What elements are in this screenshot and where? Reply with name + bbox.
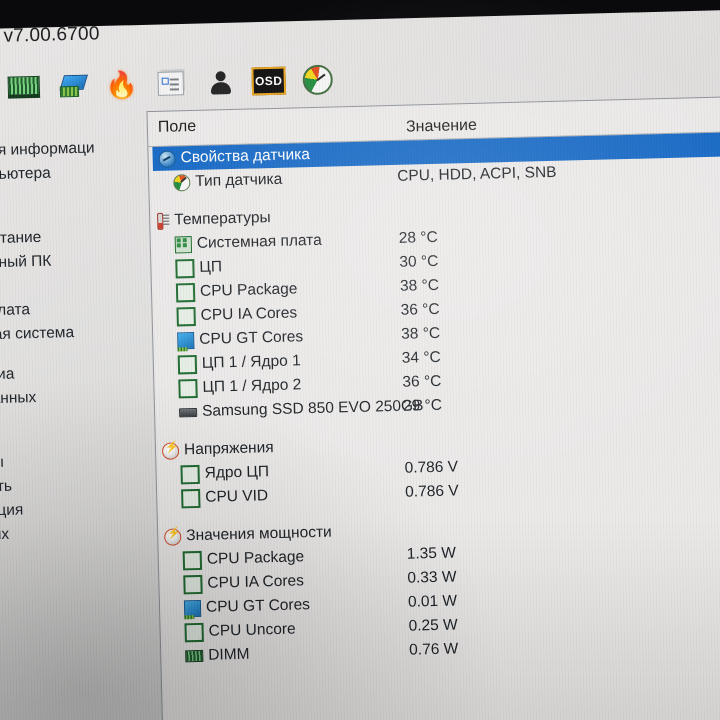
sidebar-group: медиае данных [0, 359, 154, 412]
row-value: 29 °C [402, 396, 443, 415]
row-label-cell: CPU Package [159, 545, 305, 573]
sidebar-item[interactable]: компьютера [0, 159, 148, 188]
row-label-cell: Температуры [150, 206, 271, 233]
row-label: CPU Package [206, 548, 305, 568]
row-label: Тип датчика [195, 170, 283, 190]
row-value: 0.786 V [404, 458, 459, 477]
gt-cores-icon [177, 331, 195, 349]
row-value: 30 °C [399, 252, 439, 271]
chip-icon [183, 574, 203, 594]
osd-label: OSD [251, 66, 287, 96]
row-label-cell: CPU IA Cores [159, 569, 304, 597]
sidebar-item[interactable]: ативный ПК [0, 247, 151, 276]
row-value: 36 °C [400, 300, 440, 319]
chip-icon [180, 464, 200, 484]
row-label: ЦП 1 / Ядро 1 [201, 352, 301, 372]
sidebar-item[interactable]: е данных [0, 383, 154, 412]
row-label: ЦП 1 / Ядро 2 [202, 376, 302, 396]
row-label: ЦП [199, 258, 223, 276]
row-value: 0.01 W [407, 592, 458, 611]
row-value: 0.786 V [404, 482, 459, 501]
power-icon [164, 527, 182, 546]
gt-cores-icon [183, 599, 202, 617]
chip-icon [181, 488, 201, 508]
row-label: Свойства датчика [180, 146, 311, 167]
content-panel: Поле Значение Свойства датчика Тип датчик… [146, 95, 720, 720]
sidebar-item[interactable]: онная система [0, 319, 152, 348]
row-value: 0.76 W [408, 640, 459, 659]
gauge-icon[interactable] [300, 62, 335, 97]
screen-surface: eme v7.00.6700 🔥 OSD терарная информацик… [0, 0, 720, 720]
row-value: 36 °C [402, 372, 442, 391]
column-header-value: Значение [405, 116, 478, 136]
row-value: 1.35 W [406, 544, 457, 563]
sensor-rows: Свойства датчика Тип датчика CPU, HDD, ACP… [148, 131, 720, 669]
row-label-cell: CPU Package [152, 277, 298, 305]
row-label: CPU IA Cores [200, 304, 298, 324]
row-label-cell: CPU Uncore [160, 618, 296, 645]
sidebar-group: нропитаниеативный ПКикиая платаонная сис… [0, 199, 152, 348]
chip-icon [182, 550, 203, 570]
sidebar-group: терарная информацикомпьютера [0, 111, 148, 188]
motherboard-icon [174, 235, 193, 253]
row-label: Температуры [174, 209, 271, 229]
report-icon[interactable] [153, 66, 188, 101]
row-value: 38 °C [399, 276, 440, 295]
row-label: Значения мощности [186, 523, 332, 545]
column-header-field: Поле [157, 117, 197, 136]
osd-icon[interactable]: OSD [251, 64, 287, 99]
chip-icon [176, 306, 196, 326]
row-label: Напряжения [183, 439, 274, 459]
row-label-cell: CPU IA Cores [152, 301, 297, 329]
row-label: Ядро ЦП [204, 463, 270, 482]
flame-icon[interactable]: 🔥 [104, 67, 139, 102]
row-label-cell: ЦП [151, 255, 222, 281]
row-label-cell: Ядро ЦП [156, 460, 269, 487]
row-value: 28 °C [398, 228, 438, 247]
row-label: DIMM [208, 645, 250, 664]
row-label: CPU GT Cores [205, 596, 311, 616]
ssd-icon [178, 407, 198, 417]
chip-icon [177, 354, 198, 374]
sensor-properties-icon [158, 149, 176, 168]
row-value: 38 °C [400, 324, 441, 343]
row-label: CPU VID [205, 487, 269, 506]
chip-icon [178, 378, 198, 398]
row-value: 0.25 W [408, 616, 458, 635]
row-label: CPU Package [199, 280, 298, 300]
row-label-cell: Тип датчика [149, 168, 283, 195]
thermometer-icon [156, 213, 169, 229]
dimm-icon [185, 649, 204, 663]
row-value: CPU, HDD, ACPI, SNB [396, 163, 557, 185]
voltage-icon [161, 441, 180, 460]
sidebar-group: тваммыностьурациянных [0, 423, 157, 548]
graphics-card-icon[interactable] [55, 69, 90, 104]
row-label-cell: Напряжения [156, 436, 274, 463]
row-label: CPU IA Cores [207, 572, 305, 592]
chip-icon [175, 258, 195, 278]
chip-icon [184, 622, 204, 642]
user-icon[interactable] [202, 65, 237, 100]
sidebar-item[interactable]: нных [0, 519, 157, 548]
row-label: Системная плата [196, 231, 322, 252]
row-label: CPU GT Cores [199, 328, 304, 348]
sidebar: терарная информацикомпьютера нропитаниеат… [0, 111, 158, 564]
sensor-type-icon [173, 173, 191, 192]
row-value: 34 °C [401, 348, 441, 367]
row-label-cell: DIMM [161, 643, 250, 669]
chip-icon [175, 282, 196, 302]
row-value: 0.33 W [407, 568, 457, 587]
memory-icon[interactable] [6, 70, 41, 105]
monitor-photo: eme v7.00.6700 🔥 OSD терарная информацик… [0, 0, 720, 720]
row-label-cell: CPU VID [157, 484, 268, 511]
row-label: CPU Uncore [208, 620, 296, 640]
